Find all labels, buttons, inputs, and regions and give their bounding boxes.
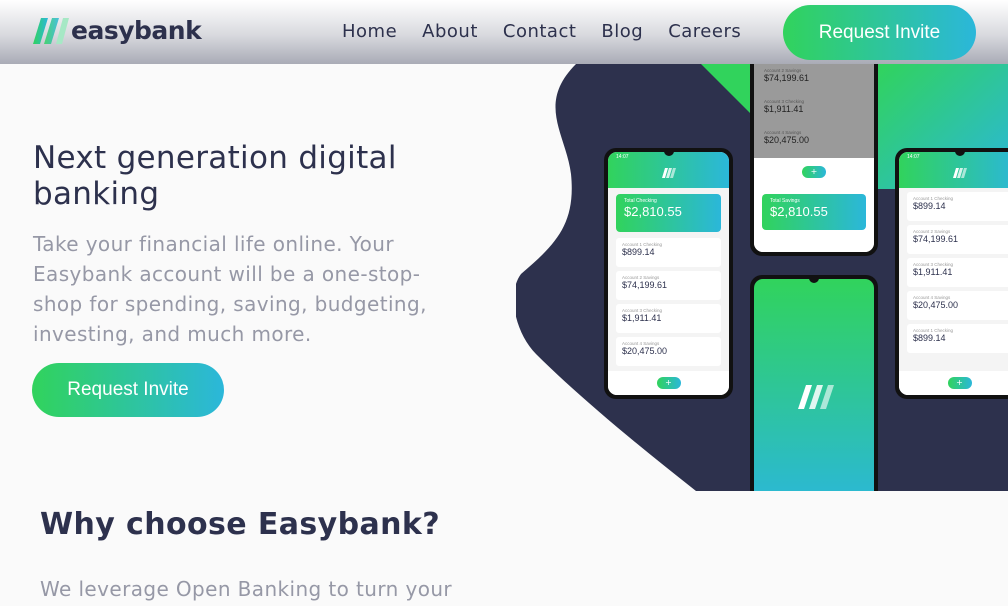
acct-value: $20,475.00 (622, 346, 668, 356)
splash-logo-icon (798, 385, 834, 409)
why-section-text: We leverage Open Banking to turn your (40, 577, 453, 601)
phone-mockup-top: Account 2 Savings $74,199.61 Account 3 C… (750, 64, 878, 256)
acct-value: $899.14 (913, 333, 946, 343)
phone-mockup-splash (750, 275, 878, 491)
add-icon: + (656, 377, 681, 389)
nav-home[interactable]: Home (342, 21, 397, 42)
brand-name: easybank (71, 16, 202, 45)
acct-value: $899.14 (913, 201, 946, 211)
acct-value: $20,475.00 (913, 300, 959, 310)
add-icon: + (947, 377, 972, 389)
hero-title: Next generation digital banking (33, 140, 397, 212)
phone-mockup-left: 14:07 Total Checking $2,810.55 Account 1… (604, 148, 733, 399)
top-phone-value-2: $1,911.41 (764, 104, 804, 114)
brand-logo[interactable]: easybank (33, 16, 202, 45)
hero-illustration: Account 2 Savings $74,199.61 Account 3 C… (516, 64, 1008, 491)
phone-mockup-right: 14:07 Account 1 Checking $899.14 Account … (895, 148, 1008, 399)
acct-value: $899.14 (622, 247, 655, 257)
hero-description: Take your financial life online. Your Ea… (33, 232, 427, 346)
hero-request-invite-button[interactable]: Request Invite (32, 363, 224, 417)
top-phone-value-3: $20,475.00 (764, 135, 810, 145)
site-header: easybank Home About Contact Blog Careers… (0, 0, 1008, 64)
why-section-title: Why choose Easybank? (40, 507, 441, 542)
logo-mark-icon (33, 18, 69, 44)
acct-value: $1,911.41 (622, 313, 662, 323)
nav-careers[interactable]: Careers (668, 21, 741, 42)
acct-value: $74,199.61 (913, 234, 959, 244)
top-phone-value-1: $74,199.61 (764, 73, 810, 83)
acct-value: $1,911.41 (913, 267, 953, 277)
nav-contact[interactable]: Contact (503, 21, 577, 42)
header-request-invite-button[interactable]: Request Invite (783, 5, 976, 60)
top-phone-total: $2,810.55 (770, 204, 828, 219)
total-value: $2,810.55 (624, 204, 682, 219)
add-icon: + (802, 166, 826, 178)
nav-blog[interactable]: Blog (601, 21, 643, 42)
main-nav: Home About Contact Blog Careers (342, 21, 766, 42)
nav-about[interactable]: About (422, 21, 478, 42)
acct-value: $74,199.61 (622, 280, 668, 290)
